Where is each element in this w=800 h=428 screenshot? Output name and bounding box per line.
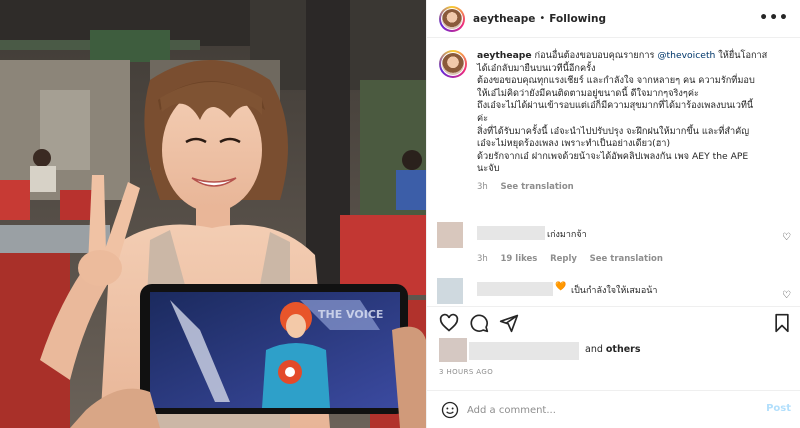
caption-mention-link[interactable]: @thevoiceth — [657, 50, 715, 61]
comment-reply-button[interactable]: Reply — [550, 254, 577, 264]
emoji-icon[interactable] — [441, 401, 459, 419]
author-avatar[interactable] — [439, 5, 465, 32]
following-button[interactable]: Following — [549, 13, 606, 25]
post-side-panel: aeytheape • Following ••• aeytheape ก่อน… — [426, 0, 800, 428]
add-comment-bar: Post — [427, 390, 800, 428]
comment-bubble-icon[interactable] — [469, 313, 489, 333]
comment-likes-count[interactable]: 19 likes — [501, 254, 538, 264]
phone-screen-text: THE VOICE — [318, 308, 383, 321]
commenter-avatar[interactable] — [437, 278, 463, 304]
post-photo[interactable]: THE VOICE — [0, 0, 426, 428]
caption-line: เอ๋จะไม่หยุดร้องเพลง เพราะทำเป็นอย่างเดี… — [477, 138, 671, 150]
comment-input[interactable] — [467, 401, 737, 419]
post-caption: aeytheape ก่อนอื่นต้องขอบอบคุณรายการ @th… — [439, 50, 789, 192]
comment-like-icon[interactable]: ♡ — [782, 290, 791, 301]
caption-age: 3h — [477, 181, 488, 192]
comment-text: เก่งมากจ้า — [547, 230, 587, 240]
bookmark-save-icon[interactable] — [773, 313, 791, 333]
post-header: aeytheape • Following ••• — [427, 0, 800, 38]
comment-see-translation[interactable]: See translation — [590, 254, 663, 264]
more-options-icon[interactable]: ••• — [759, 10, 789, 26]
comment-item: 🧡 เป็นกำลังใจให้เสมอน้า ♡ — [437, 278, 793, 306]
see-translation-link[interactable]: See translation — [501, 182, 574, 192]
separator-dot: • — [539, 13, 546, 24]
post-action-bar — [427, 306, 800, 338]
photo-illustration: THE VOICE — [0, 0, 426, 428]
caption-line: นะจับ — [477, 163, 500, 175]
comment-meta: 3h 19 likes Reply See translation — [477, 254, 673, 264]
share-send-icon[interactable] — [499, 313, 519, 333]
liker-username-redacted[interactable] — [469, 342, 579, 360]
post-comment-button[interactable]: Post — [766, 403, 791, 414]
caption-line: ด้วยรักจากเอ๋ ฝากเพจด้วยน้าจะได้อัพคลิปเ… — [477, 150, 749, 162]
caption-line: ค่ะ — [477, 112, 489, 124]
caption-author-avatar[interactable] — [439, 50, 467, 78]
caption-line: ถึงเอ๋จะไม่ได้ผ่านเข้ารอบแต่เอ๋ก็มีความส… — [477, 100, 754, 112]
commenter-avatar[interactable] — [437, 222, 463, 248]
like-heart-icon[interactable] — [439, 313, 459, 333]
caption-line: ให้ยื่นโอกาส — [718, 50, 768, 61]
caption-username[interactable]: aeytheape — [477, 50, 532, 61]
author-username[interactable]: aeytheape — [473, 13, 535, 25]
comment-text: เป็นกำลังใจให้เสมอน้า — [571, 286, 658, 296]
caption-line: ให้เอ๋ไม่คิดว่ายังมีคนติดตามอยู่ขนาดนี้ … — [477, 87, 699, 99]
comment-item: เก่งมากจ้า ♡ 3h 19 likes Reply See trans… — [437, 222, 793, 264]
liker-avatar-redacted — [439, 338, 467, 362]
caption-line: ต้องขอขอบคุณทุกแรงเชียร์ และกำลังใจ จากห… — [477, 75, 755, 87]
caption-meta: 3h See translation — [477, 182, 789, 192]
likes-text[interactable]: and others — [585, 344, 641, 355]
comment-age: 3h — [477, 254, 488, 264]
caption-line: สิ่งที่ได้รับมาครั้งนี้ เอ๋จะนำไปปรับปรุ… — [477, 125, 750, 137]
commenter-username-redacted[interactable] — [477, 282, 553, 296]
comment-like-icon[interactable]: ♡ — [782, 232, 791, 243]
likes-summary: and others — [439, 338, 789, 362]
comment-emoji: 🧡 — [555, 282, 567, 292]
caption-line: ก่อนอื่นต้องขอบอบคุณรายการ — [534, 50, 655, 61]
caption-text: aeytheape ก่อนอื่นต้องขอบอบคุณรายการ @th… — [477, 50, 789, 176]
commenter-username-redacted[interactable] — [477, 226, 545, 240]
caption-line: ได้เอ๋กลับมายืนบนเวทีนี้อีกครั้ง — [477, 62, 596, 74]
post-timestamp: 3 HOURS AGO — [439, 368, 494, 376]
